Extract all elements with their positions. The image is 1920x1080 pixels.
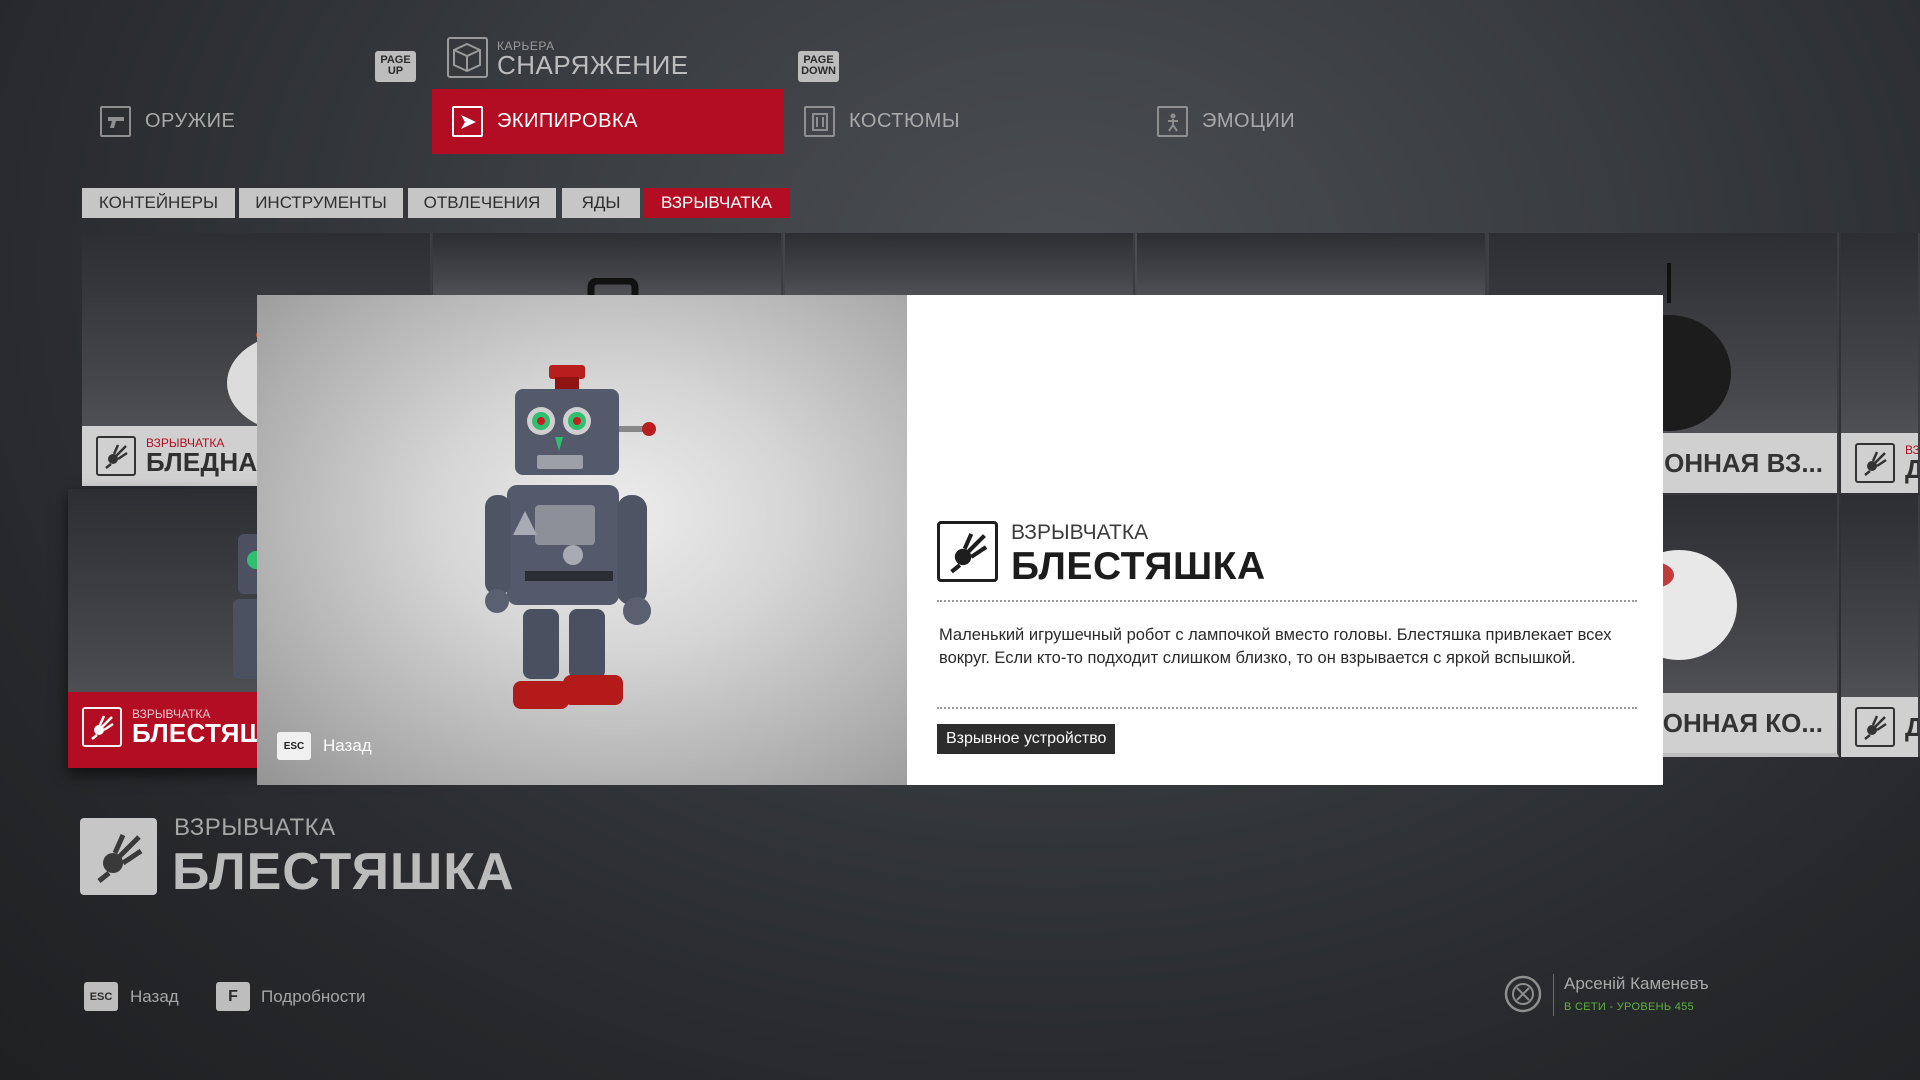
tab-equipment[interactable]: ЭКИПИРОВКА <box>432 89 784 154</box>
item-card-name: Д <box>1905 714 1918 740</box>
selected-item-category: ВЗРЫВЧАТКА <box>174 814 336 841</box>
section-title: СНАРЯЖЕНИЕ <box>497 50 689 80</box>
tab-weapons[interactable]: ОРУЖИЕ <box>100 89 430 154</box>
tab-emotes-label: ЭМОЦИИ <box>1202 110 1296 132</box>
explosive-icon <box>1855 707 1895 747</box>
divider <box>937 707 1637 709</box>
explosive-icon <box>937 521 998 582</box>
item-description: Маленький игрушечный робот с лампочкой в… <box>939 626 1612 667</box>
tab-equipment-label: ЭКИПИРОВКА <box>497 110 638 132</box>
item-details-panel: ВЗРЫВЧАТКА БЛЕСТЯШКА Маленький игрушечны… <box>907 295 1663 785</box>
play-icon <box>452 106 483 137</box>
details-hint[interactable]: Подробности <box>261 987 366 1007</box>
subtab-containers[interactable]: КОНТЕЙНЕРЫ <box>82 188 235 218</box>
item-card-name: БЛЕСТЯШ <box>132 718 267 748</box>
profile-status: В СЕТИ - УРОВЕНЬ 455 <box>1564 1001 1694 1013</box>
emote-icon <box>1157 106 1188 137</box>
profile-divider <box>1553 974 1554 1016</box>
tab-emotes[interactable]: ЭМОЦИИ <box>1157 89 1487 154</box>
page-down-key[interactable]: PAGE DOWN <box>798 51 839 82</box>
explosive-icon <box>96 436 136 476</box>
cube-icon <box>447 37 488 78</box>
item-card[interactable]: ВЗ Д <box>1841 233 1920 493</box>
item-category: ВЗРЫВЧАТКА <box>1011 521 1149 544</box>
item-card-name: Д <box>1905 456 1918 482</box>
item-card-label: ВЗ Д <box>1841 433 1918 493</box>
divider <box>937 600 1637 602</box>
subtab-explosives[interactable]: ВЗРЫВЧАТКА <box>643 188 790 218</box>
subtab-tools[interactable]: ИНСТРУМЕНТЫ <box>239 188 403 218</box>
details-key[interactable]: F <box>216 982 250 1011</box>
pistol-icon <box>100 106 131 137</box>
back-key[interactable]: ESC <box>84 982 118 1011</box>
item-card-label: Д <box>1841 697 1918 757</box>
item-name: БЛЕСТЯШКА <box>1011 545 1266 588</box>
explosive-icon <box>80 818 157 895</box>
back-button[interactable]: Назад <box>323 736 372 756</box>
item-tag: Взрывное устройство <box>937 724 1116 754</box>
subtab-distractions[interactable]: ОТВЛЕЧЕНИЯ <box>408 188 556 218</box>
item-card[interactable]: Д <box>1841 495 1920 757</box>
selected-item-name: БЛЕСТЯШКА <box>172 843 515 901</box>
rank-emblem-icon <box>1504 975 1542 1013</box>
subtab-poisons[interactable]: ЯДЫ <box>562 188 640 218</box>
wardrobe-icon <box>804 106 835 137</box>
item-preview: ESC Назад <box>257 295 907 785</box>
tab-outfits-label: КОСТЮМЫ <box>849 110 961 132</box>
robot-image <box>485 365 656 709</box>
back-hint[interactable]: Назад <box>130 987 179 1007</box>
explosive-icon <box>82 707 122 747</box>
profile-name[interactable]: Арсеній Каменевъ <box>1564 974 1709 994</box>
page-up-key[interactable]: PAGE UP <box>375 51 416 82</box>
tab-outfits[interactable]: КОСТЮМЫ <box>804 89 1134 154</box>
back-key[interactable]: ESC <box>277 732 311 760</box>
explosive-icon <box>1855 443 1895 483</box>
tab-weapons-label: ОРУЖИЕ <box>145 110 236 132</box>
